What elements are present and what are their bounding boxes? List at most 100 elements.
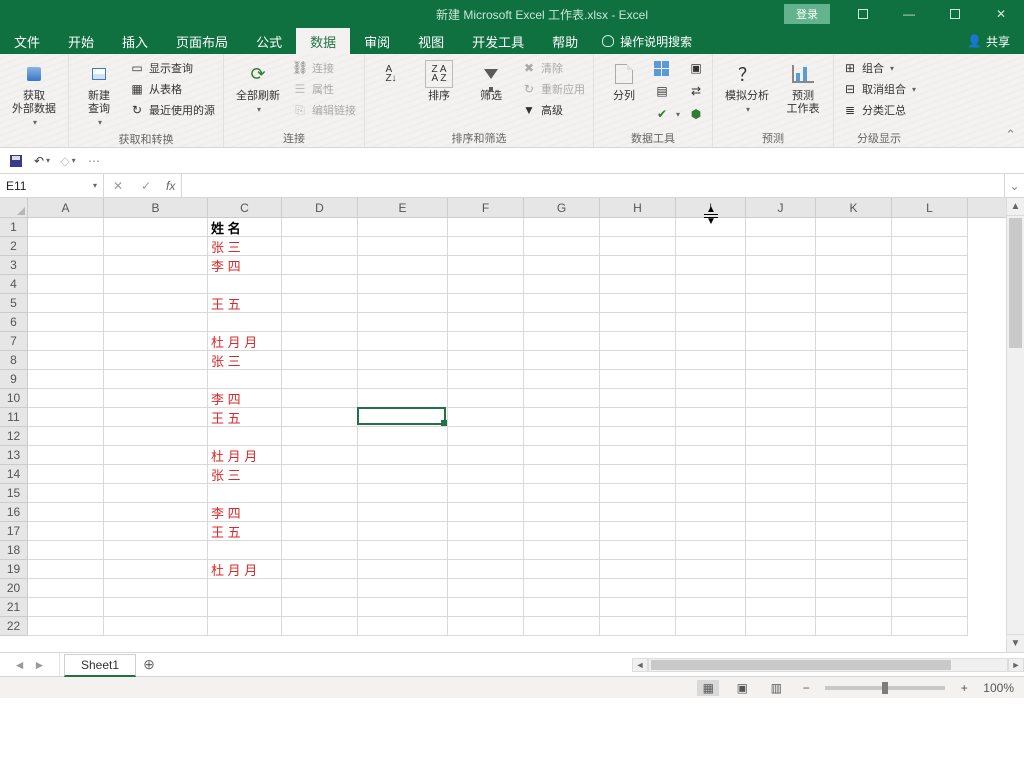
cell-E15[interactable]	[358, 484, 448, 503]
cell-H14[interactable]	[600, 465, 676, 484]
cell-I21[interactable]	[676, 598, 746, 617]
scroll-thumb[interactable]	[1009, 218, 1022, 348]
cell-G1[interactable]	[524, 218, 600, 237]
ribbon-display-options-button[interactable]	[840, 0, 886, 28]
cell-B10[interactable]	[104, 389, 208, 408]
cell-E12[interactable]	[358, 427, 448, 446]
tab-page-layout[interactable]: 页面布局	[162, 28, 242, 54]
cell-B3[interactable]	[104, 256, 208, 275]
cell-A15[interactable]	[28, 484, 104, 503]
cell-D13[interactable]	[282, 446, 358, 465]
cell-A17[interactable]	[28, 522, 104, 541]
cell-E3[interactable]	[358, 256, 448, 275]
cell-B9[interactable]	[104, 370, 208, 389]
cell-L22[interactable]	[892, 617, 968, 636]
cell-L15[interactable]	[892, 484, 968, 503]
expand-formula-bar-button[interactable]: ⌄	[1004, 174, 1024, 197]
cell-I2[interactable]	[676, 237, 746, 256]
cell-E7[interactable]	[358, 332, 448, 351]
forecast-sheet-button[interactable]: 预测 工作表	[781, 58, 825, 118]
cell-J20[interactable]	[746, 579, 816, 598]
scroll-down-button[interactable]: ▼	[1007, 634, 1024, 652]
cell-L5[interactable]	[892, 294, 968, 313]
cell-E17[interactable]	[358, 522, 448, 541]
cell-F16[interactable]	[448, 503, 524, 522]
cell-L12[interactable]	[892, 427, 968, 446]
cell-L6[interactable]	[892, 313, 968, 332]
cell-G7[interactable]	[524, 332, 600, 351]
cell-L21[interactable]	[892, 598, 968, 617]
cell-B8[interactable]	[104, 351, 208, 370]
cell-H2[interactable]	[600, 237, 676, 256]
cell-D19[interactable]	[282, 560, 358, 579]
cell-G10[interactable]	[524, 389, 600, 408]
cell-J18[interactable]	[746, 541, 816, 560]
cell-I15[interactable]	[676, 484, 746, 503]
cell-H18[interactable]	[600, 541, 676, 560]
row-header-21[interactable]: 21	[0, 598, 28, 617]
cell-B20[interactable]	[104, 579, 208, 598]
close-button[interactable]: ✕	[978, 0, 1024, 28]
cell-A12[interactable]	[28, 427, 104, 446]
cell-C8[interactable]: 张 三	[208, 351, 282, 370]
col-header-B[interactable]: B	[104, 198, 208, 217]
cell-L2[interactable]	[892, 237, 968, 256]
cell-B4[interactable]	[104, 275, 208, 294]
row-header-18[interactable]: 18	[0, 541, 28, 560]
cell-C17[interactable]: 王 五	[208, 522, 282, 541]
new-sheet-button[interactable]: ⊕	[136, 653, 162, 676]
cell-H9[interactable]	[600, 370, 676, 389]
cell-B17[interactable]	[104, 522, 208, 541]
cell-J5[interactable]	[746, 294, 816, 313]
scroll-thumb[interactable]	[651, 660, 951, 670]
cell-J1[interactable]	[746, 218, 816, 237]
cell-I9[interactable]	[676, 370, 746, 389]
cell-K11[interactable]	[816, 408, 892, 427]
cell-C9[interactable]	[208, 370, 282, 389]
cell-E18[interactable]	[358, 541, 448, 560]
cell-F15[interactable]	[448, 484, 524, 503]
cell-B13[interactable]	[104, 446, 208, 465]
cell-B15[interactable]	[104, 484, 208, 503]
cell-H21[interactable]	[600, 598, 676, 617]
cell-J8[interactable]	[746, 351, 816, 370]
row-header-4[interactable]: 4	[0, 275, 28, 294]
cell-H6[interactable]	[600, 313, 676, 332]
cell-K12[interactable]	[816, 427, 892, 446]
cell-J16[interactable]	[746, 503, 816, 522]
cell-J12[interactable]	[746, 427, 816, 446]
cell-C19[interactable]: 杜 月 月	[208, 560, 282, 579]
collapse-ribbon-button[interactable]: ⌃	[1005, 127, 1016, 143]
sheet-nav[interactable]: ◄►	[0, 653, 60, 676]
sort-asc-button[interactable]: AZ↓	[373, 58, 409, 90]
row-header-13[interactable]: 13	[0, 446, 28, 465]
filter-button[interactable]: 筛选	[469, 58, 513, 105]
cell-I13[interactable]	[676, 446, 746, 465]
col-header-G[interactable]: G	[524, 198, 600, 217]
cell-I18[interactable]	[676, 541, 746, 560]
cell-F1[interactable]	[448, 218, 524, 237]
cell-H12[interactable]	[600, 427, 676, 446]
cell-G18[interactable]	[524, 541, 600, 560]
cell-D8[interactable]	[282, 351, 358, 370]
cell-G15[interactable]	[524, 484, 600, 503]
row-header-6[interactable]: 6	[0, 313, 28, 332]
cell-J17[interactable]	[746, 522, 816, 541]
tell-me-search[interactable]: 操作说明搜索	[592, 28, 702, 54]
cell-D15[interactable]	[282, 484, 358, 503]
cell-F12[interactable]	[448, 427, 524, 446]
scroll-right-button[interactable]: ►	[1008, 658, 1024, 672]
cell-D2[interactable]	[282, 237, 358, 256]
qat-customize-button[interactable]: ⋯	[86, 153, 102, 169]
cell-H16[interactable]	[600, 503, 676, 522]
cell-E1[interactable]	[358, 218, 448, 237]
cell-H1[interactable]	[600, 218, 676, 237]
cell-J7[interactable]	[746, 332, 816, 351]
cell-C11[interactable]: 王 五	[208, 408, 282, 427]
cell-C20[interactable]	[208, 579, 282, 598]
cell-B11[interactable]	[104, 408, 208, 427]
row-header-9[interactable]: 9	[0, 370, 28, 389]
refresh-all-button[interactable]: ⟳ 全部刷新 ▾	[232, 58, 284, 116]
cell-E6[interactable]	[358, 313, 448, 332]
sort-button[interactable]: Z AA Z 排序	[417, 58, 461, 105]
